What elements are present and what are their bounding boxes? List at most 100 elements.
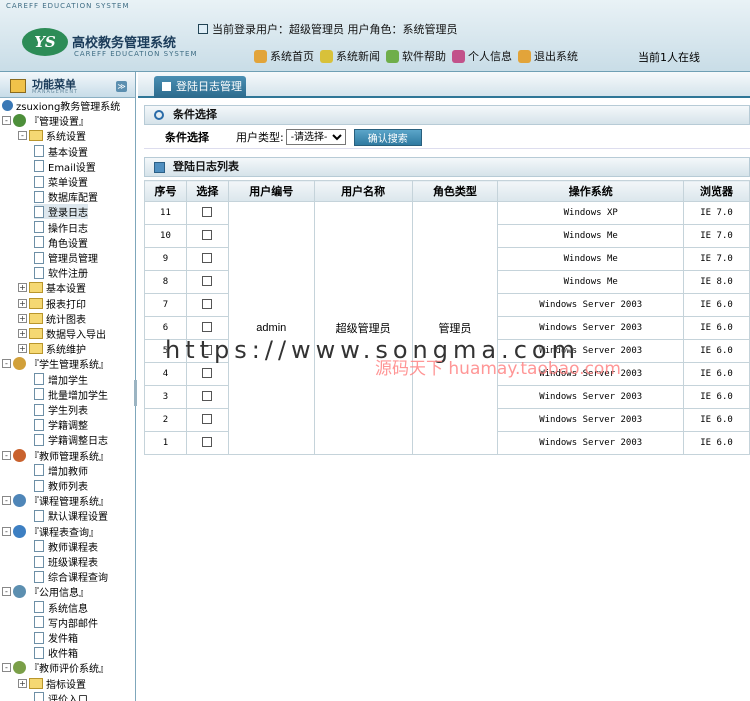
sidebar-splitter[interactable] <box>134 380 137 406</box>
row-number: 3 <box>144 385 187 409</box>
menu-item[interactable]: + 报表打印 <box>18 296 86 311</box>
nav-exit[interactable]: 退出系统 <box>518 48 578 64</box>
menu-item[interactable]: 写内部邮件 <box>34 615 98 630</box>
expand-icon[interactable]: + <box>18 678 27 688</box>
menu-item[interactable]: 登录日志 <box>34 204 88 220</box>
menu-item-label: 『公用信息』 <box>29 588 89 600</box>
table-body: 11 admin 超级管理员 管理员 Windows XP IE 7.0 10 Windows… <box>144 201 750 455</box>
expand-icon[interactable]: + <box>18 298 27 308</box>
menu-item[interactable]: 教师课程表 <box>34 539 98 554</box>
menu-item[interactable]: + 基本设置 <box>18 280 86 295</box>
os-cell: Windows Server 2003 <box>497 431 685 455</box>
browser-cell: IE 8.0 <box>683 270 750 294</box>
os-cell: Windows Me <box>497 224 685 248</box>
menu-item[interactable]: - 系统设置 <box>18 128 86 143</box>
row-checkbox[interactable] <box>202 229 213 240</box>
nav-label: 软件帮助 <box>402 50 446 63</box>
search-button[interactable]: 确认搜索 <box>353 128 422 146</box>
collapse-tree-icon[interactable]: - <box>2 116 11 126</box>
menu-item[interactable]: 学籍调整 <box>34 417 88 432</box>
menu-item[interactable]: 数据库配置 <box>34 189 98 204</box>
row-checkbox[interactable] <box>202 413 213 424</box>
menu-item[interactable]: 综合课程查询 <box>34 569 108 584</box>
nav-user[interactable]: 个人信息 <box>452 48 512 64</box>
user-name-cell: 超级管理员 <box>313 201 413 455</box>
expand-icon[interactable]: + <box>18 329 27 338</box>
collapse-tree-icon[interactable]: - <box>2 587 11 597</box>
menu-item[interactable]: 管理员管理 <box>34 250 98 265</box>
menu-item[interactable]: 默认课程设置 <box>34 508 108 523</box>
menu-item[interactable]: - 『学生管理系统』 <box>2 356 109 371</box>
menu-item[interactable]: - 『教师评价系统』 <box>2 660 109 675</box>
menu-item[interactable]: + 指标设置 <box>18 676 86 691</box>
logo-mark: YS <box>22 28 68 56</box>
online-count: 当前1人在线 <box>638 51 700 64</box>
sidebar: 功能菜单 MANAGEMENT ≫ zsuxiong教务管理系统 - 『管理设置』 -… <box>0 72 136 701</box>
menu-item[interactable]: 学籍调整日志 <box>34 432 108 447</box>
menu-item[interactable]: 增加教师 <box>34 463 88 478</box>
tab-login-log[interactable]: 登陆日志管理 <box>154 76 246 98</box>
document-icon <box>34 509 44 522</box>
menu-item[interactable]: 角色设置 <box>34 235 88 250</box>
menu-item[interactable]: 教师列表 <box>34 478 88 493</box>
menu-item[interactable]: - 『教师管理系统』 <box>2 448 109 463</box>
row-select-cell <box>185 270 229 294</box>
menu-item-label: 登录日志 <box>48 208 88 220</box>
row-checkbox[interactable] <box>202 252 213 263</box>
menu-item[interactable]: 批量增加学生 <box>34 387 108 402</box>
menu-item[interactable]: 评价入口 <box>34 691 88 701</box>
menu-item[interactable]: - 『管理设置』 <box>2 113 89 128</box>
collapse-tree-icon[interactable]: - <box>18 131 27 141</box>
row-checkbox[interactable] <box>202 390 213 401</box>
menu-item[interactable]: 操作日志 <box>34 220 88 235</box>
menu-item[interactable]: 基本设置 <box>34 144 88 159</box>
menu-item[interactable]: - 『课程表查询』 <box>2 524 99 539</box>
menu-item[interactable]: + 数据导入导出 <box>18 326 106 341</box>
nav-news[interactable]: 系统新闻 <box>320 48 380 64</box>
row-select-cell <box>185 362 229 386</box>
menu-item[interactable]: 系统信息 <box>34 600 88 615</box>
row-checkbox[interactable] <box>202 298 213 309</box>
menu-item-label: 角色设置 <box>48 238 88 250</box>
menu-item[interactable]: - 『课程管理系统』 <box>2 493 109 508</box>
nav-home[interactable]: 系统首页 <box>254 48 314 64</box>
expand-icon[interactable]: + <box>18 344 27 354</box>
collapse-tree-icon[interactable]: - <box>2 526 11 536</box>
menu-item[interactable]: + 统计图表 <box>18 311 86 326</box>
menu-item[interactable]: 菜单设置 <box>34 174 88 189</box>
row-checkbox[interactable] <box>202 436 213 447</box>
menu-item-label: 系统信息 <box>48 603 88 615</box>
collapse-icon[interactable]: ≫ <box>116 81 127 92</box>
os-cell: Windows Me <box>497 270 685 294</box>
document-icon <box>34 418 44 431</box>
collapse-tree-icon[interactable]: - <box>2 450 11 460</box>
menu-item[interactable]: zsuxiong教务管理系统 <box>2 98 120 113</box>
menu-item[interactable]: 增加学生 <box>34 372 88 387</box>
collapse-tree-icon[interactable]: - <box>2 359 11 369</box>
user-type-select[interactable]: -请选择- <box>285 129 346 145</box>
collapse-tree-icon[interactable]: - <box>2 496 11 506</box>
menu-item-label: 管理员管理 <box>48 254 98 265</box>
menu-item[interactable]: 软件注册 <box>34 265 88 280</box>
menu-item[interactable]: 学生列表 <box>34 402 88 417</box>
row-checkbox[interactable] <box>202 367 213 378</box>
row-select-cell <box>185 408 229 432</box>
menu-item[interactable]: 发件箱 <box>34 630 78 645</box>
collapse-tree-icon[interactable]: - <box>2 663 11 673</box>
nav-help[interactable]: 软件帮助 <box>386 48 446 64</box>
menu-item[interactable]: + 系统维护 <box>18 341 86 356</box>
browser-cell: IE 7.0 <box>683 247 750 271</box>
expand-icon[interactable]: + <box>18 313 27 323</box>
row-checkbox[interactable] <box>202 275 213 286</box>
document-icon <box>34 221 44 234</box>
expand-icon[interactable]: + <box>18 283 27 293</box>
menu-item[interactable]: Email设置 <box>34 159 96 174</box>
menu-item[interactable]: 班级课程表 <box>34 554 98 569</box>
row-checkbox[interactable] <box>202 206 213 217</box>
menu-item[interactable]: 收件箱 <box>34 645 78 660</box>
menu-item[interactable]: - 『公用信息』 <box>2 584 89 599</box>
document-icon <box>34 601 44 614</box>
row-select-cell <box>185 224 229 248</box>
row-checkbox[interactable] <box>202 321 213 332</box>
table-row[interactable]: 11 admin 超级管理员 管理员 Windows XP IE 7.0 <box>144 201 750 455</box>
